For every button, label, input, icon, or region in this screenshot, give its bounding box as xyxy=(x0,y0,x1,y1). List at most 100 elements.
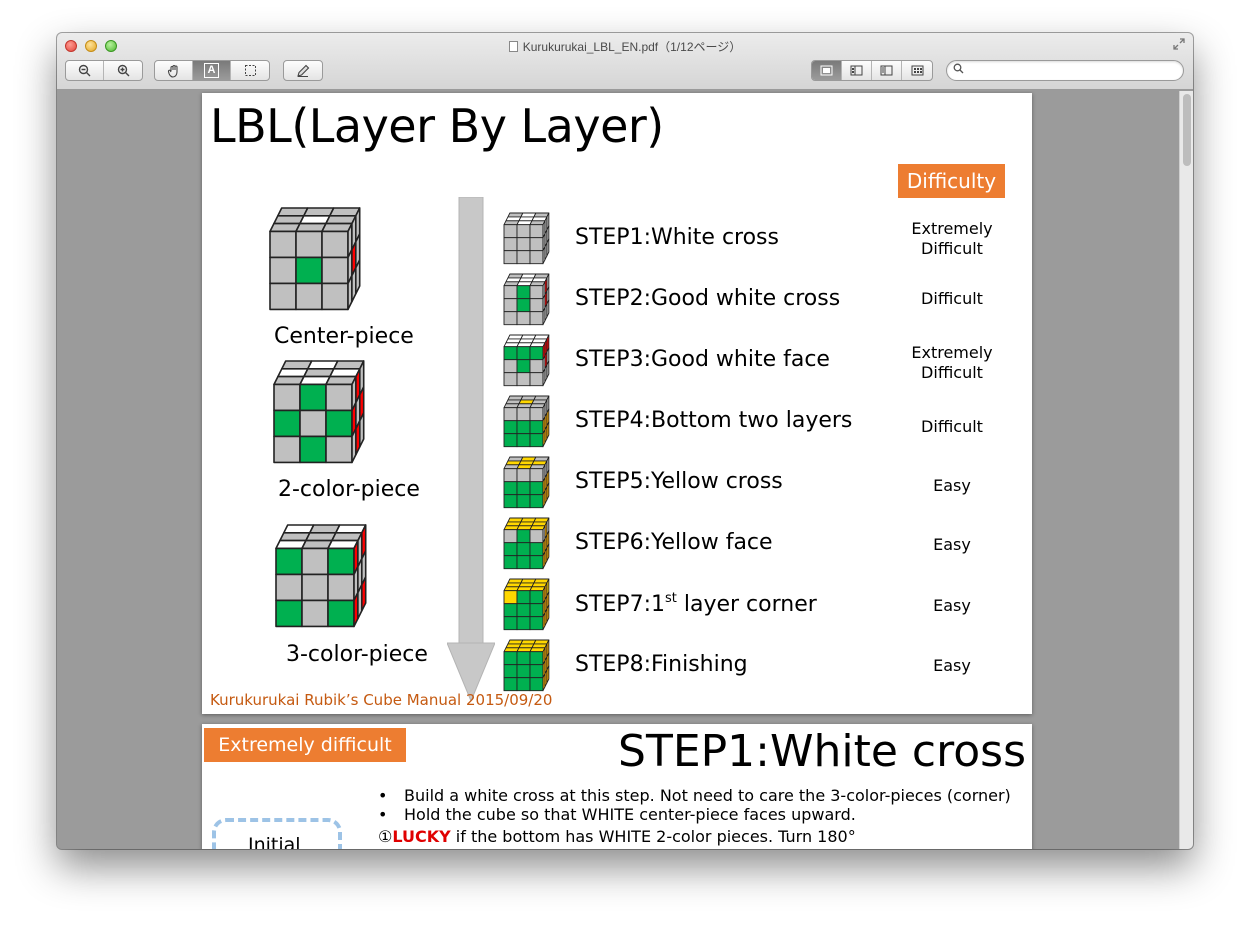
center-piece-cube-illustration xyxy=(269,207,361,311)
center-piece-label: Center-piece xyxy=(274,324,414,349)
bullet-text: Hold the cube so that WHITE center-piece… xyxy=(404,805,856,824)
step-label: STEP2:Good white cross xyxy=(575,286,841,311)
difficulty-line: Easy xyxy=(933,535,971,554)
step-row-1: STEP1:White cross Extremely Difficult xyxy=(502,211,1022,271)
zoom-button-group xyxy=(65,60,143,81)
hand-tool-button[interactable] xyxy=(155,61,193,80)
step-label: STEP3:Good white face xyxy=(575,347,830,372)
step7-cube-icon xyxy=(503,578,550,631)
step-difficulty: Difficult xyxy=(902,289,1002,309)
three-color-piece-label: 3-color-piece xyxy=(286,642,428,667)
step-row-5: STEP5:Yellow cross Easy xyxy=(502,455,1022,515)
rectangular-select-button[interactable] xyxy=(231,61,269,80)
step-label-superscript: st xyxy=(664,591,677,606)
step8-cube-icon xyxy=(503,639,550,692)
step3-cube-icon xyxy=(503,334,550,387)
step-label: STEP7:1st layer corner xyxy=(575,591,817,617)
fullscreen-icon[interactable] xyxy=(1173,38,1185,50)
text-tool-button[interactable]: A xyxy=(193,61,231,80)
step2-cube-icon xyxy=(503,273,550,326)
difficulty-line: Easy xyxy=(933,476,971,495)
step-difficulty: Extremely Difficult xyxy=(902,219,1002,259)
lucky-line: ①LUCKY if the bottom has WHITE 2-color p… xyxy=(378,827,856,846)
zoom-in-button[interactable] xyxy=(104,61,142,80)
step-label-prefix: STEP7:1 xyxy=(575,592,665,617)
step-label: STEP6:Yellow face xyxy=(575,530,773,555)
down-arrow-graphic xyxy=(447,197,495,701)
step-difficulty: Easy xyxy=(902,476,1002,496)
difficulty-line: Easy xyxy=(933,596,971,615)
content-only-view-button[interactable] xyxy=(812,61,842,80)
step-difficulty: Easy xyxy=(902,656,1002,676)
step-label: STEP4:Bottom two layers xyxy=(575,408,853,433)
document-viewer[interactable]: LBL(Layer By Layer) Difficulty Center-pi… xyxy=(57,91,1193,849)
pdf-page-2: Extremely difficult STEP1:White cross • B… xyxy=(202,724,1032,849)
lucky-rest-text: if the bottom has WHITE 2-color pieces. … xyxy=(450,827,856,846)
difficulty-badge: Extremely difficult xyxy=(204,728,406,762)
contact-sheet-view-button[interactable] xyxy=(902,61,932,80)
zoom-out-button[interactable] xyxy=(66,61,104,80)
search-icon xyxy=(953,63,964,77)
zoom-out-icon xyxy=(78,64,91,77)
step-row-3: STEP3:Good white face Extremely Difficul… xyxy=(502,333,1022,393)
scrollbar-thumb[interactable] xyxy=(1183,94,1191,166)
bullet-item: • Hold the cube so that WHITE center-piec… xyxy=(378,805,856,824)
lucky-highlight: LUCKY xyxy=(392,827,451,846)
page-title: LBL(Layer By Layer) xyxy=(210,99,664,153)
step-row-6: STEP6:Yellow face Easy xyxy=(502,516,1022,576)
pdf-document-icon xyxy=(508,41,518,52)
difficulty-header-badge: Difficulty xyxy=(898,164,1005,198)
tool-button-group: A xyxy=(154,60,270,81)
initial-label: Initial xyxy=(248,834,301,849)
step-row-4: STEP4:Bottom two layers Difficult xyxy=(502,394,1022,454)
bullet-text: Build a white cross at this step. Not ne… xyxy=(404,786,1011,805)
pdf-page-1: LBL(Layer By Layer) Difficulty Center-pi… xyxy=(202,93,1032,714)
table-of-contents-icon xyxy=(880,65,893,76)
view-mode-group xyxy=(811,60,933,81)
step-difficulty: Easy xyxy=(902,596,1002,616)
annotate-button-group xyxy=(283,60,323,81)
step-label-suffix: layer corner xyxy=(676,592,817,617)
thumbnails-view-button[interactable] xyxy=(842,61,872,80)
difficulty-line: Difficult xyxy=(921,239,983,258)
bullet-item: • Build a white cross at this step. Not n… xyxy=(378,786,1011,805)
two-color-piece-label: 2-color-piece xyxy=(278,477,420,502)
hand-icon xyxy=(167,64,178,78)
difficulty-line: Difficult xyxy=(921,363,983,382)
content-only-icon xyxy=(820,65,833,76)
step1-cube-icon xyxy=(503,212,550,265)
two-color-piece-cube-illustration xyxy=(273,360,365,464)
step-label: STEP8:Finishing xyxy=(575,652,748,677)
toc-view-button[interactable] xyxy=(872,61,902,80)
difficulty-line: Easy xyxy=(933,656,971,675)
difficulty-line: Difficult xyxy=(921,289,983,308)
title-bar: Kurukurukai_LBL_EN.pdf（1/12ページ） A xyxy=(57,33,1193,90)
thumbnails-icon xyxy=(850,65,863,76)
step-difficulty: Extremely Difficult xyxy=(902,343,1002,383)
annotate-button[interactable] xyxy=(284,61,322,80)
step6-cube-icon xyxy=(503,517,550,570)
circled-number: ① xyxy=(378,827,393,846)
difficulty-line: Difficult xyxy=(921,417,983,436)
window-title-text: Kurukurukai_LBL_EN.pdf（1/12ページ） xyxy=(522,40,742,54)
difficulty-line: Extremely xyxy=(911,219,993,238)
selection-icon xyxy=(244,65,256,76)
vertical-scrollbar[interactable] xyxy=(1179,91,1193,849)
pencil-icon xyxy=(297,64,310,77)
page-title: STEP1:White cross xyxy=(618,726,1026,777)
step-label: STEP5:Yellow cross xyxy=(575,469,783,494)
text-tool-icon: A xyxy=(204,63,219,78)
step-difficulty: Difficult xyxy=(902,417,1002,437)
step-difficulty: Easy xyxy=(902,535,1002,555)
step-row-8: STEP8:Finishing Easy xyxy=(502,638,1022,698)
step4-cube-icon xyxy=(503,395,550,448)
three-color-piece-cube-illustration xyxy=(275,524,367,628)
preview-window: Kurukurukai_LBL_EN.pdf（1/12ページ） A LBL(La… xyxy=(57,33,1193,849)
zoom-in-icon xyxy=(117,64,129,77)
search-input[interactable] xyxy=(969,63,1174,78)
page-footer: Kurukurukai Rubik’s Cube Manual 2015/09/… xyxy=(210,691,553,709)
step-row-2: STEP2:Good white cross Difficult xyxy=(502,272,1022,332)
step-label: STEP1:White cross xyxy=(575,225,779,250)
contact-sheet-icon xyxy=(911,65,923,76)
search-field[interactable] xyxy=(946,60,1184,81)
